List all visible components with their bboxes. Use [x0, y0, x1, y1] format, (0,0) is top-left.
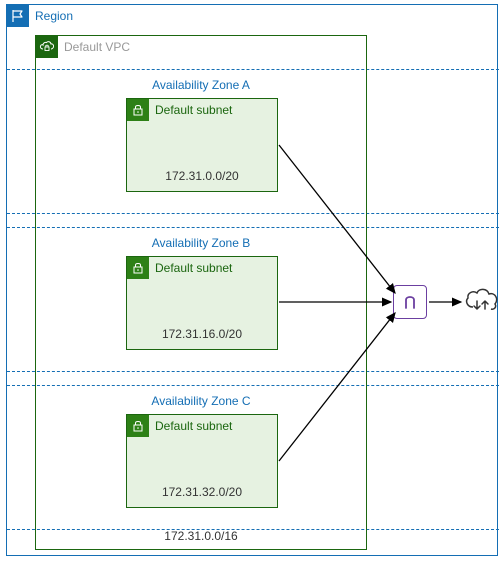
lock-icon: [127, 99, 149, 121]
subnet-header: Default subnet: [127, 99, 277, 121]
vpc-label: Default VPC: [64, 40, 130, 54]
az-label: Availability Zone B: [36, 236, 366, 250]
subnet-container: Default subnet 172.31.0.0/20: [126, 98, 278, 192]
subnet-container: Default subnet 172.31.32.0/20: [126, 414, 278, 508]
subnet-header: Default subnet: [127, 257, 277, 279]
subnet-cidr: 172.31.32.0/20: [127, 485, 277, 499]
subnet-cidr: 172.31.16.0/20: [127, 327, 277, 341]
vpc-cidr: 172.31.0.0/16: [36, 529, 366, 543]
cloud-lock-icon: [36, 36, 58, 58]
region-container: Region Default VPC Availability Zone A: [6, 4, 498, 556]
subnet-cidr: 172.31.0.0/20: [127, 169, 277, 183]
region-header: Region: [7, 5, 497, 27]
az-label: Availability Zone A: [36, 78, 366, 92]
lock-icon: [127, 415, 149, 437]
flag-icon: [7, 5, 29, 27]
internet-cloud-icon: [463, 283, 501, 318]
subnet-container: Default subnet 172.31.16.0/20: [126, 256, 278, 350]
internet-gateway-icon: [393, 285, 427, 319]
az-label: Availability Zone C: [36, 394, 366, 408]
vpc-container: Default VPC Availability Zone A Default …: [35, 35, 367, 550]
subnet-label: Default subnet: [155, 419, 232, 433]
lock-icon: [127, 257, 149, 279]
subnet-label: Default subnet: [155, 261, 232, 275]
region-label: Region: [35, 9, 73, 23]
subnet-header: Default subnet: [127, 415, 277, 437]
subnet-label: Default subnet: [155, 103, 232, 117]
vpc-header: Default VPC: [36, 36, 366, 58]
